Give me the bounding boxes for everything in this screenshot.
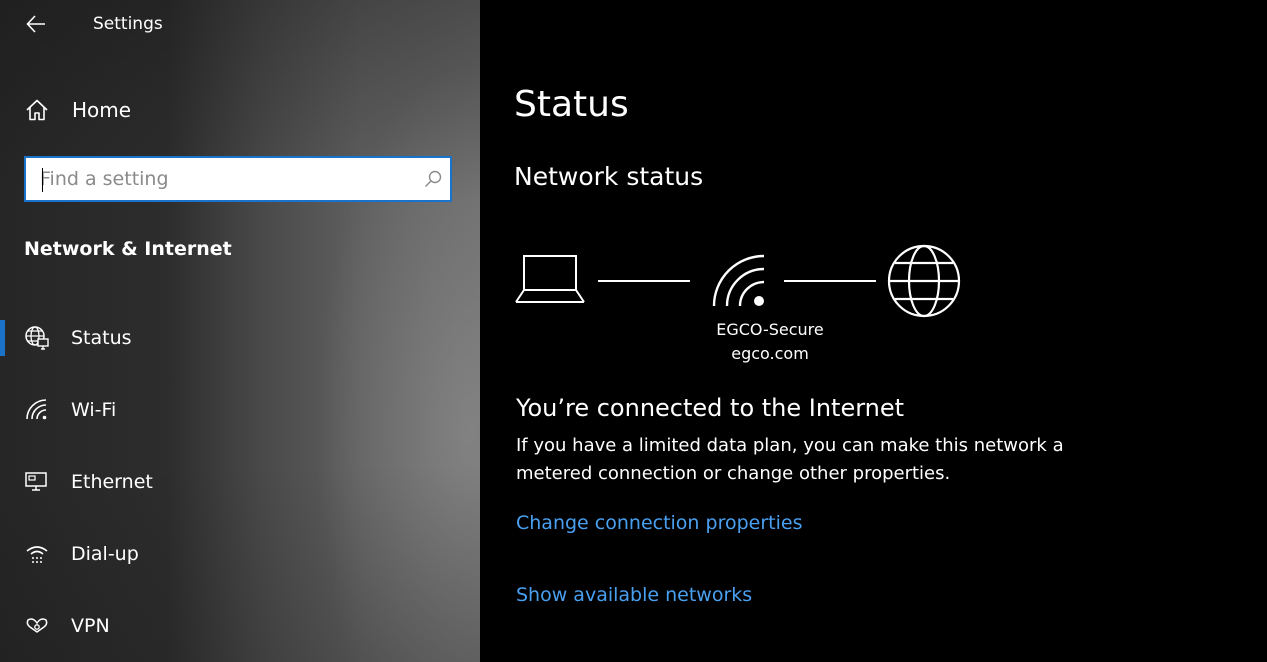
- sidebar-item-vpn[interactable]: VPN: [0, 590, 480, 662]
- vpn-icon: [24, 613, 50, 639]
- back-button[interactable]: [22, 10, 50, 38]
- network-diagram: EGCO-Secure egco.com: [514, 238, 974, 368]
- search-box[interactable]: [24, 156, 452, 202]
- title-bar: Settings: [0, 0, 480, 50]
- sidebar-item-label: VPN: [71, 615, 110, 637]
- main-content: Status Network status EGCO-Secure egco.c…: [480, 0, 1267, 662]
- network-diagram-graphic: [515, 244, 961, 318]
- network-ssid: EGCO-Secure: [716, 320, 824, 339]
- sidebar-item-home[interactable]: Home: [24, 92, 444, 128]
- network-status-heading: Network status: [514, 162, 704, 191]
- sidebar-item-label: Status: [71, 327, 132, 349]
- sidebar-item-ethernet[interactable]: Ethernet: [0, 446, 480, 518]
- sidebar-item-wifi[interactable]: Wi-Fi: [0, 374, 480, 446]
- ethernet-icon: [24, 469, 50, 495]
- home-label: Home: [72, 98, 132, 122]
- sidebar: Settings Home Network & Internet: [0, 0, 480, 662]
- show-available-networks-link[interactable]: Show available networks: [516, 584, 752, 606]
- change-connection-properties-link[interactable]: Change connection properties: [516, 512, 802, 534]
- back-arrow-icon: [26, 15, 45, 33]
- search-input[interactable]: [26, 157, 416, 201]
- text-caret: [42, 168, 43, 192]
- sidebar-item-label: Ethernet: [71, 471, 153, 493]
- network-domain: egco.com: [731, 344, 809, 363]
- globe-icon: [887, 244, 961, 318]
- section-title: Network & Internet: [24, 238, 232, 260]
- wifi-signal-icon: [712, 254, 765, 307]
- page-title: Status: [514, 84, 629, 125]
- wifi-icon: [24, 397, 50, 423]
- connection-status-heading: You’re connected to the Internet: [516, 394, 905, 422]
- search-icon[interactable]: [416, 158, 450, 200]
- sidebar-nav: Status Wi-Fi Ethernet Dial-up VPN: [0, 302, 480, 662]
- globe-monitor-icon: [24, 325, 50, 351]
- dialup-icon: [24, 541, 50, 567]
- sidebar-item-label: Dial-up: [71, 543, 139, 565]
- app-title: Settings: [93, 14, 163, 34]
- home-icon: [24, 97, 50, 123]
- connection-description: If you have a limited data plan, you can…: [516, 435, 1064, 484]
- sidebar-item-status[interactable]: Status: [0, 302, 480, 374]
- sidebar-item-dialup[interactable]: Dial-up: [0, 518, 480, 590]
- laptop-icon: [515, 255, 585, 303]
- sidebar-item-label: Wi-Fi: [71, 399, 117, 421]
